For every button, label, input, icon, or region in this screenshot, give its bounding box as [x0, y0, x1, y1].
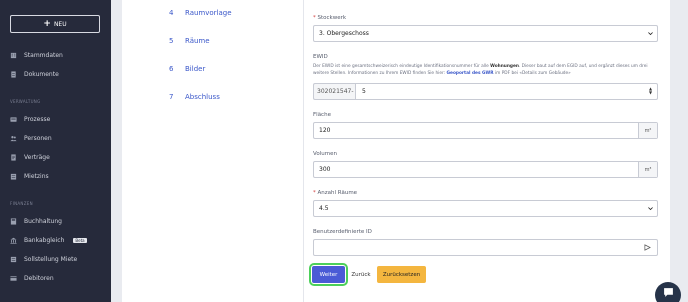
sidebar-item-stammdaten[interactable]: Stammdaten [10, 49, 63, 61]
ewid-prefix: 302021547- [313, 83, 355, 100]
new-button-label: NEU [53, 20, 67, 28]
new-button[interactable]: + NEU [10, 15, 100, 33]
raeume-select[interactable]: 4.5 [313, 200, 658, 217]
ewid-help-text: Der EWID ist eine gesamtschweizerisch ei… [313, 64, 648, 76]
volumen-unit: m³ [638, 162, 657, 177]
rent-icon [10, 173, 17, 180]
step-raumvorlage[interactable]: 4 Raumvorlage [169, 7, 232, 19]
step-label: Räume [185, 37, 210, 45]
step-label: Bilder [185, 65, 206, 73]
sidebar-item-label: Prozesse [24, 115, 51, 123]
volumen-input[interactable]: 300 m³ [313, 161, 658, 178]
list-icon [10, 256, 17, 262]
sidebar: + NEU Stammdaten Dokumente VERWALTUNG Pr… [0, 0, 111, 302]
debtor-icon [10, 275, 17, 281]
raeume-value: 4.5 [319, 205, 329, 212]
flaeche-unit: m² [638, 123, 657, 138]
chat-widget-button[interactable] [655, 282, 681, 302]
beta-badge: Beta [73, 237, 87, 243]
sidebar-item-label: Dokumente [24, 70, 59, 78]
sidebar-item-label: Stammdaten [24, 51, 63, 59]
chevron-down-icon [648, 32, 653, 36]
sidebar-item-label: Sollstellung Miete [24, 255, 78, 263]
stockwerk-select[interactable]: 3. Obergeschoss [313, 25, 658, 42]
stockwerk-value: 3. Obergeschoss [319, 30, 369, 37]
contract-icon [11, 153, 16, 161]
custom-id-input[interactable] [313, 239, 658, 256]
chat-icon [663, 287, 673, 297]
sidebar-item-debitoren[interactable]: Debitoren [10, 272, 54, 284]
sidebar-item-label: Mietzins [24, 172, 49, 180]
raeume-label: * Anzahl Räume [313, 190, 358, 196]
building-icon [10, 52, 17, 58]
step-abschluss[interactable]: 7 Abschluss [169, 91, 220, 103]
step-raeume[interactable]: 5 Räume [169, 35, 210, 47]
reset-button[interactable]: Zurücksetzen [377, 266, 426, 283]
sidebar-item-buchhaltung[interactable]: Buchhaltung [10, 215, 62, 227]
custom-id-label: Benutzerdefinierte ID [313, 229, 372, 235]
volumen-value: 300 [319, 166, 331, 173]
plus-icon: + [43, 18, 51, 29]
send-icon[interactable] [644, 244, 651, 251]
sidebar-item-label: Bankabgleich [24, 236, 65, 244]
step-number: 5 [169, 37, 174, 45]
sidebar-item-mietzins[interactable]: Mietzins [10, 170, 49, 182]
flaeche-input[interactable]: 120 m² [313, 122, 658, 139]
sidebar-item-sollstellung[interactable]: Sollstellung Miete [10, 253, 77, 265]
vertical-divider [303, 0, 304, 302]
people-icon [10, 135, 17, 141]
bank-icon [10, 237, 17, 244]
document-icon [11, 70, 16, 78]
step-number: 7 [169, 93, 174, 101]
flaeche-label: Fläche [313, 112, 331, 118]
sidebar-item-bankabgleich[interactable]: Bankabgleich Beta [10, 234, 87, 246]
ewid-label: EWID [313, 54, 328, 60]
next-button[interactable]: Weiter [309, 263, 348, 286]
step-label: Raumvorlage [185, 9, 232, 17]
flaeche-value: 120 [319, 127, 331, 134]
sidebar-item-personen[interactable]: Personen [10, 132, 52, 144]
ledger-icon [10, 217, 17, 225]
section-label-verwaltung: VERWALTUNG [10, 99, 41, 104]
sidebar-item-label: Buchhaltung [24, 217, 62, 225]
ewid-input[interactable]: 5 ▲ ▼ [355, 83, 658, 100]
sidebar-item-label: Personen [24, 134, 52, 142]
number-spinner-icon[interactable]: ▲ ▼ [648, 87, 653, 96]
chevron-down-icon [648, 207, 653, 211]
sidebar-item-prozesse[interactable]: Prozesse [10, 113, 50, 125]
step-number: 6 [169, 65, 174, 73]
sidebar-item-dokumente[interactable]: Dokumente [10, 68, 59, 80]
sidebar-item-vertraege[interactable]: Verträge [10, 151, 50, 163]
ewid-value: 5 [362, 88, 366, 95]
step-number: 4 [169, 9, 174, 17]
step-label: Abschluss [185, 93, 220, 101]
section-label-finanzen: FINANZEN [10, 201, 33, 206]
sidebar-item-label: Debitoren [24, 274, 54, 282]
process-icon [10, 116, 17, 122]
sidebar-item-label: Verträge [24, 153, 50, 161]
volumen-label: Volumen [313, 151, 337, 157]
step-bilder[interactable]: 6 Bilder [169, 63, 205, 75]
back-button[interactable]: Zurück [350, 266, 372, 283]
stockwerk-label: * Stockwerk [313, 15, 347, 21]
geoportal-link[interactable]: Geoportal des GWR [447, 71, 494, 76]
